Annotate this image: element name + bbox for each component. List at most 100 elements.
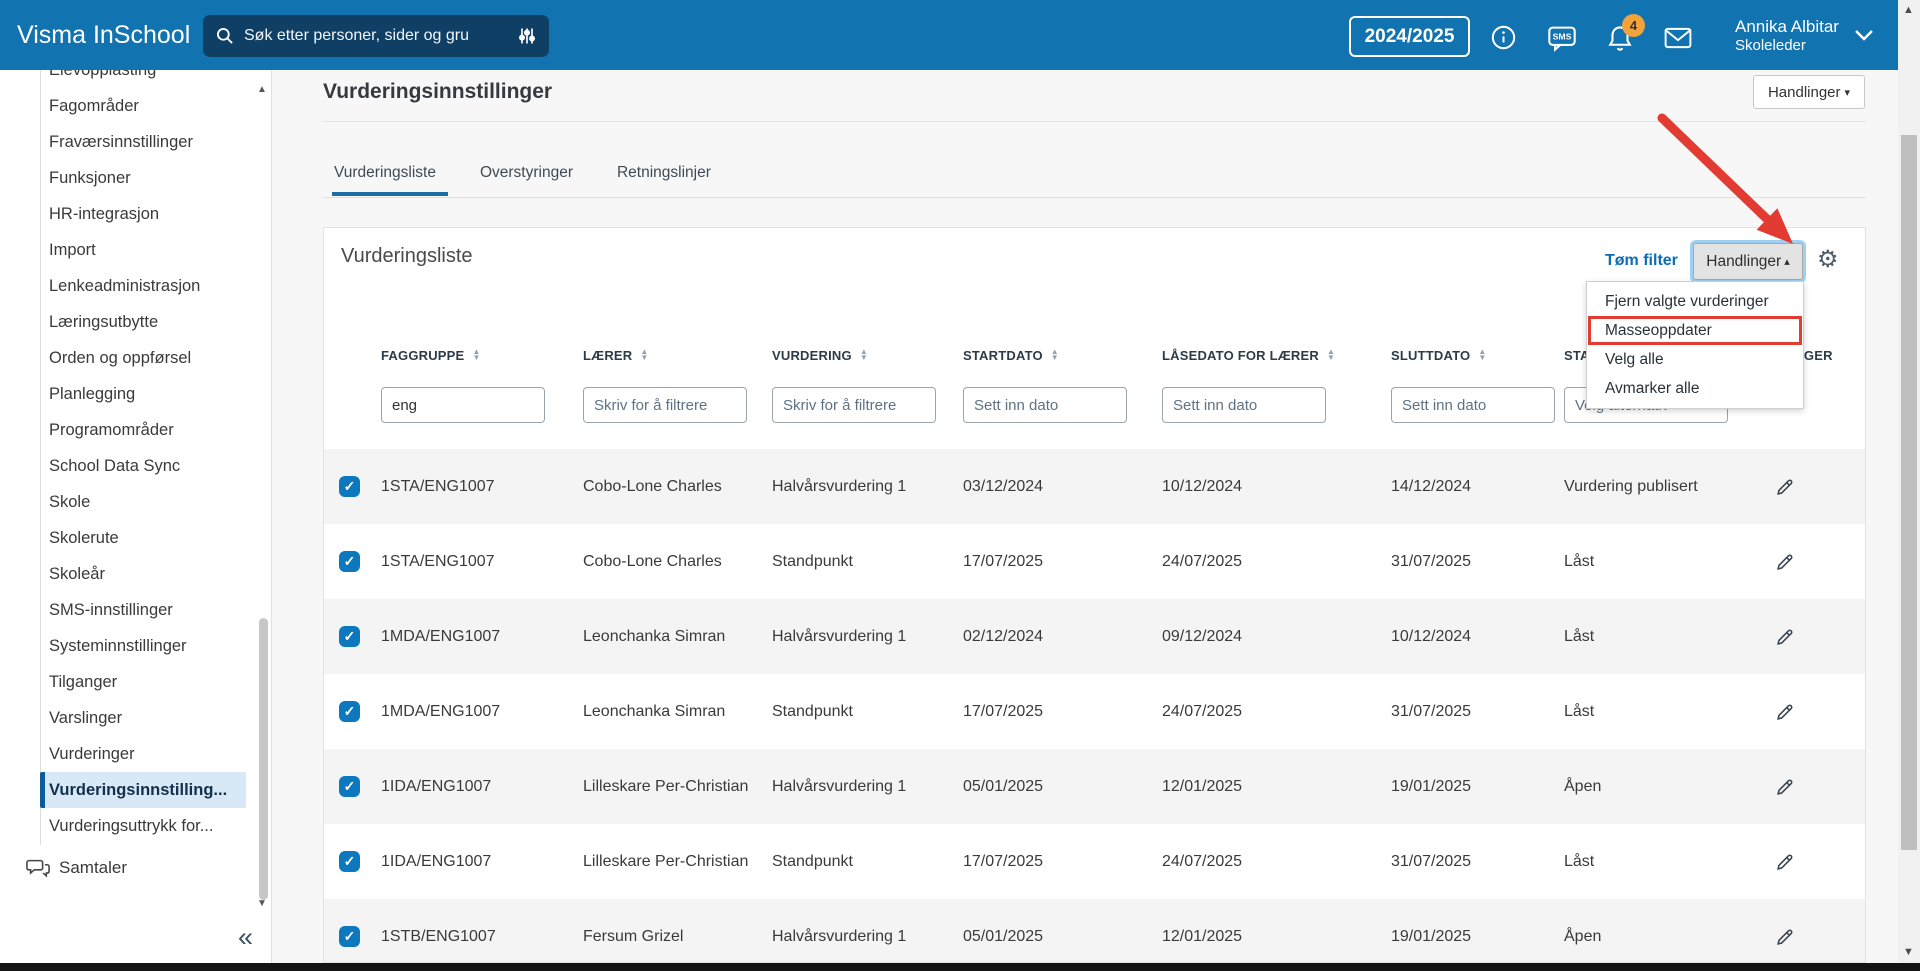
cell-faggruppe: 1STB/ENG1007 xyxy=(381,927,496,945)
sidebar-collapse-button[interactable]: « xyxy=(238,922,253,953)
sidebar-item-systeminnstillinger[interactable]: Systeminnstillinger xyxy=(40,628,246,664)
column-header-vurdering: VURDERING ▲ ▼ xyxy=(772,347,963,362)
sort-icon[interactable]: ▲▼ xyxy=(1327,347,1335,362)
edit-pencil-icon[interactable] xyxy=(1744,776,1865,798)
menu-item-avmarker-alle[interactable]: Avmarker alle xyxy=(1587,374,1803,403)
sort-icon[interactable]: ▲▼ xyxy=(1478,347,1486,362)
edit-pencil-icon[interactable] xyxy=(1744,551,1865,573)
sidebar-item-vurderinger[interactable]: Vurderinger xyxy=(40,736,246,772)
scroll-up-arrow[interactable]: ▲ xyxy=(1903,4,1914,16)
cell-sluttdato: 10/12/2024 xyxy=(1391,627,1472,645)
tab-overstyringer[interactable]: Overstyringer xyxy=(480,164,573,196)
menu-item-fjern-valgte-vurderinger[interactable]: Fjern valgte vurderinger xyxy=(1587,287,1803,316)
title-divider xyxy=(323,121,1866,122)
cell-l-rer: Lilleskare Per-Christian xyxy=(583,852,749,870)
sidebar-item-hr-integrasjon[interactable]: HR-integrasjon xyxy=(40,196,246,232)
cell-status: Låst xyxy=(1564,702,1595,720)
row-checkbox[interactable]: ✓ xyxy=(339,626,360,647)
table-row: ✓ 1STB/ENG1007 Fersum Grizel Halvårsvurderi… xyxy=(324,899,1865,962)
sidebar-item-l-ringsutbytte[interactable]: Læringsutbytte xyxy=(40,304,246,340)
annotation-red-box xyxy=(1588,316,1802,345)
cell-status: Låst xyxy=(1564,552,1595,570)
sidebar-item-vurderingsuttrykk-for[interactable]: Vurderingsuttrykk for... xyxy=(40,808,246,844)
app-logo: Visma InSchool xyxy=(17,20,191,49)
mail-icon[interactable] xyxy=(1664,27,1692,49)
sidebar-item-sms-innstillinger[interactable]: SMS-innstillinger xyxy=(40,592,246,628)
menu-item-masseoppdater[interactable]: Masseoppdater xyxy=(1587,316,1803,345)
gear-icon[interactable]: ⚙ xyxy=(1817,245,1839,274)
row-checkbox[interactable]: ✓ xyxy=(339,701,360,722)
sidebar-item-skolerute[interactable]: Skolerute xyxy=(40,520,246,556)
filter-input-vurdering[interactable] xyxy=(772,387,936,423)
sidebar-item-vurderingsinnstilling[interactable]: Vurderingsinnstilling... xyxy=(40,772,246,808)
sidebar-item-varslinger[interactable]: Varslinger xyxy=(40,700,246,736)
column-label: FAGGRUPPE xyxy=(381,347,465,363)
user-menu[interactable]: Annika Albitar Skoleleder xyxy=(1735,16,1839,56)
edit-pencil-icon[interactable] xyxy=(1744,701,1865,723)
page-scrollbar[interactable]: ▲ ▼ xyxy=(1898,0,1920,971)
sidebar-item-tilganger[interactable]: Tilganger xyxy=(40,664,246,700)
sidebar-item-frav-rsinnstillinger[interactable]: Fraværsinnstillinger xyxy=(40,124,246,160)
cell-vurdering: Halvårsvurdering 1 xyxy=(772,927,907,945)
clear-filter-link[interactable]: Tøm filter xyxy=(1605,252,1678,270)
scroll-down-arrow[interactable]: ▼ xyxy=(1903,946,1914,958)
sidebar-item-orden-og-oppf-rsel[interactable]: Orden og oppførsel xyxy=(40,340,246,376)
cell-vurdering: Halvårsvurdering 1 xyxy=(772,777,907,795)
cell-l-rer: Cobo-Lone Charles xyxy=(583,477,722,495)
edit-pencil-icon[interactable] xyxy=(1744,851,1865,873)
row-checkbox[interactable]: ✓ xyxy=(339,476,360,497)
sidebar-item-funksjoner[interactable]: Funksjoner xyxy=(40,160,246,196)
sidebar-scroll-up-arrow[interactable]: ▲ xyxy=(257,84,267,95)
tab-vurderingsliste[interactable]: Vurderingsliste xyxy=(332,164,448,196)
sidebar-item-skole[interactable]: Skole xyxy=(40,484,246,520)
table-actions-button[interactable]: Handlinger ▴ xyxy=(1693,243,1803,280)
page-actions-button[interactable]: Handlinger ▾ xyxy=(1753,75,1865,109)
sidebar-item-fagomr-der[interactable]: Fagområder xyxy=(40,88,246,124)
chat-bubbles-icon xyxy=(26,859,50,878)
sidebar-item-import[interactable]: Import xyxy=(40,232,246,268)
sms-icon[interactable]: SMS xyxy=(1547,24,1577,52)
global-search[interactable] xyxy=(203,15,549,57)
row-checkbox[interactable]: ✓ xyxy=(339,851,360,872)
search-input[interactable] xyxy=(244,27,517,45)
sort-icon[interactable]: ▲▼ xyxy=(1051,347,1059,362)
notification-count-badge: 4 xyxy=(1622,14,1645,37)
row-checkbox[interactable]: ✓ xyxy=(339,551,360,572)
cell-sluttdato: 19/01/2025 xyxy=(1391,927,1472,945)
tab-retningslinjer[interactable]: Retningslinjer xyxy=(617,164,711,196)
column-header-l-sedato-for-l-rer: LÅSEDATO FOR LÆRER ▲ ▼ xyxy=(1162,347,1391,362)
table-row: ✓ 1IDA/ENG1007 Lilleskare Per-Christian Sta… xyxy=(324,824,1865,899)
sidebar-item-planlegging[interactable]: Planlegging xyxy=(40,376,246,412)
sidebar-item-skole-r[interactable]: Skoleår xyxy=(40,556,246,592)
sidebar-item-school-data-sync[interactable]: School Data Sync xyxy=(40,448,246,484)
edit-pencil-icon[interactable] xyxy=(1744,926,1865,948)
sidebar-item-samtaler[interactable]: Samtaler xyxy=(26,857,127,879)
sidebar-item-lenkeadministrasjon[interactable]: Lenkeadministrasjon xyxy=(40,268,246,304)
filter-input-faggruppe[interactable] xyxy=(381,387,545,423)
table-row: ✓ 1MDA/ENG1007 Leonchanka Simran Halvårsvur… xyxy=(324,599,1865,674)
edit-pencil-icon[interactable] xyxy=(1744,476,1865,498)
table-row: ✓ 1MDA/ENG1007 Leonchanka Simran Standpunkt… xyxy=(324,674,1865,749)
sort-icon[interactable]: ▲▼ xyxy=(640,347,648,362)
filter-input-sluttdato[interactable] xyxy=(1391,387,1555,423)
sidebar-scroll-down-arrow[interactable]: ▼ xyxy=(257,898,267,909)
filter-input-l-sedato-for-l-rer[interactable] xyxy=(1162,387,1326,423)
search-filter-sliders-icon[interactable] xyxy=(517,26,537,46)
row-checkbox[interactable]: ✓ xyxy=(339,926,360,947)
user-role: Skoleleder xyxy=(1735,37,1806,55)
cell-status: Vurdering publisert xyxy=(1564,477,1698,495)
edit-pencil-icon[interactable] xyxy=(1744,626,1865,648)
sort-icon[interactable]: ▲▼ xyxy=(472,347,480,362)
filter-input-l-rer[interactable] xyxy=(583,387,747,423)
column-header-startdato: STARTDATO ▲ ▼ xyxy=(963,347,1162,362)
sort-icon[interactable]: ▲▼ xyxy=(860,347,868,362)
row-checkbox[interactable]: ✓ xyxy=(339,776,360,797)
page-scrollbar-thumb[interactable] xyxy=(1901,135,1917,850)
menu-item-velg-alle[interactable]: Velg alle xyxy=(1587,345,1803,374)
school-year-selector[interactable]: 2024/2025 xyxy=(1349,16,1470,57)
sidebar-item-programomr-der[interactable]: Programområder xyxy=(40,412,246,448)
sidebar-scrollbar-thumb[interactable] xyxy=(259,618,268,900)
cell-faggruppe: 1STA/ENG1007 xyxy=(381,477,495,495)
filter-input-startdato[interactable] xyxy=(963,387,1127,423)
info-icon[interactable] xyxy=(1490,24,1517,51)
